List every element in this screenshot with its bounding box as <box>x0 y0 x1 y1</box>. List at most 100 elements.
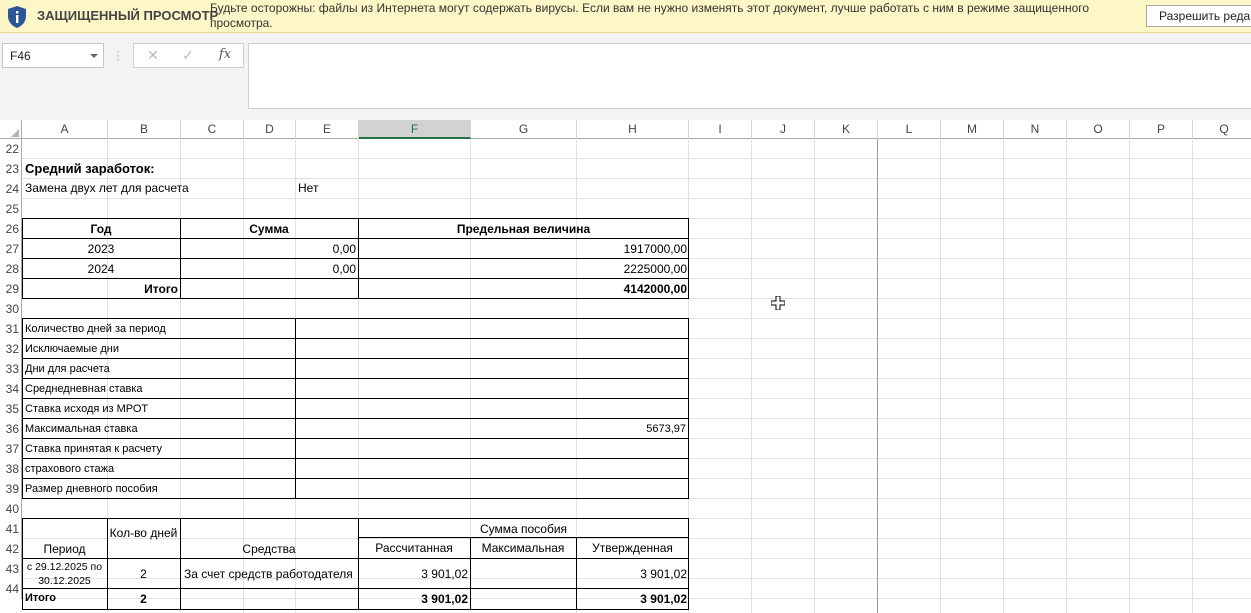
earnings-total-label[interactable]: Итого <box>22 282 178 296</box>
replace-two-years-label[interactable]: Замена двух лет для расчета <box>25 181 189 195</box>
column-header-g[interactable]: G <box>471 120 577 139</box>
benefit-days-header[interactable]: Кол-во дней <box>107 526 180 541</box>
row-header-40[interactable]: 40 <box>0 499 22 519</box>
row-header-28[interactable]: 28 <box>0 259 22 279</box>
benefit-table-divider <box>180 518 181 610</box>
sum-cell[interactable]: 0,00 <box>180 242 356 256</box>
insert-function-icon[interactable]: fx <box>213 47 237 65</box>
benefit-funds-header[interactable]: Средства <box>180 542 358 556</box>
benefit-approved-cell[interactable]: 3 901,02 <box>576 567 687 581</box>
row-header-39[interactable]: 39 <box>0 479 22 499</box>
enable-editing-button[interactable]: Разрешить редактирование <box>1146 5 1251 27</box>
column-header-h[interactable]: H <box>577 120 689 139</box>
limit-cell[interactable]: 1917000,00 <box>358 242 687 256</box>
column-header-b[interactable]: B <box>108 120 181 139</box>
column-header-f[interactable]: F <box>359 120 471 139</box>
row-header-31[interactable]: 31 <box>0 319 22 339</box>
column-header-j[interactable]: J <box>752 120 815 139</box>
row-header-34[interactable]: 34 <box>0 379 22 399</box>
row-header-43[interactable]: 43 <box>0 559 22 579</box>
row-header-22[interactable]: 22 <box>0 139 22 159</box>
protected-view-title: ЗАЩИЩЕННЫЙ ПРОСМОТР <box>37 8 219 23</box>
column-header-k[interactable]: K <box>815 120 878 139</box>
page-break-line <box>877 139 878 613</box>
param-label[interactable]: страхового стажа <box>25 463 114 475</box>
earnings-total-limit[interactable]: 4142000,00 <box>358 282 687 296</box>
param-label[interactable]: Ставка принятая к расчету <box>25 443 162 455</box>
param-label[interactable]: Ставка исходя из МРОТ <box>25 403 148 415</box>
chevron-down-icon[interactable] <box>90 54 98 58</box>
column-header-e[interactable]: E <box>296 120 359 139</box>
gridline-col <box>1192 139 1193 613</box>
formula-bar-grip-icon[interactable]: · · · <box>116 45 120 65</box>
row-header-27[interactable]: 27 <box>0 239 22 259</box>
cancel-icon[interactable]: ✕ <box>141 47 165 65</box>
column-header-i[interactable]: I <box>689 120 752 139</box>
year-cell[interactable]: 2024 <box>22 262 180 276</box>
sum-cell[interactable]: 0,00 <box>180 262 356 276</box>
row-header-42[interactable]: 42 <box>0 539 22 559</box>
benefit-calculated-header[interactable]: Рассчитанная <box>358 541 470 555</box>
row-header-29[interactable]: 29 <box>0 279 22 299</box>
column-header-d[interactable]: D <box>244 120 296 139</box>
benefit-maximum-header[interactable]: Максимальная <box>470 541 576 555</box>
row-header-37[interactable]: 37 <box>0 439 22 459</box>
benefit-approved-header[interactable]: Утвержденная <box>576 541 689 555</box>
name-box[interactable]: F46 <box>2 43 104 68</box>
params-table-divider <box>22 418 689 419</box>
year-cell[interactable]: 2023 <box>22 242 180 256</box>
benefit-total-days[interactable]: 2 <box>107 592 180 606</box>
param-value[interactable]: 5673,97 <box>296 423 686 435</box>
header-sum[interactable]: Сумма <box>180 222 358 236</box>
row-header-23[interactable]: 23 <box>0 159 22 179</box>
enter-icon[interactable]: ✓ <box>176 47 200 65</box>
column-header-l[interactable]: L <box>878 120 941 139</box>
name-box-value: F46 <box>10 49 31 63</box>
select-all-corner[interactable] <box>0 120 22 139</box>
benefit-period-header[interactable]: Период <box>22 542 107 556</box>
column-header-o[interactable]: O <box>1067 120 1130 139</box>
param-label[interactable]: Количество дней за период <box>25 323 166 335</box>
benefit-period-cell[interactable]: с 29.12.2025 по 30.12.2025 <box>22 560 107 588</box>
formula-input[interactable] <box>248 43 1251 109</box>
row-header-25[interactable]: 25 <box>0 199 22 219</box>
header-limit[interactable]: Предельная величина <box>358 222 689 236</box>
column-header-p[interactable]: P <box>1130 120 1193 139</box>
benefit-total-label[interactable]: Итого <box>25 592 56 604</box>
row-header-24[interactable]: 24 <box>0 179 22 199</box>
row-header-30[interactable]: 30 <box>0 299 22 319</box>
column-header-q[interactable]: Q <box>1193 120 1251 139</box>
protected-view-message: Будьте осторожны: файлы из Интернета мог… <box>210 1 1090 30</box>
benefit-funds-cell[interactable]: За счет средств работодателя <box>184 567 353 581</box>
row-header-26[interactable]: 26 <box>0 219 22 239</box>
row-header-38[interactable]: 38 <box>0 459 22 479</box>
benefit-days-cell[interactable]: 2 <box>107 567 180 581</box>
param-label[interactable]: Максимальная ставка <box>25 423 138 435</box>
row-header-36[interactable]: 36 <box>0 419 22 439</box>
param-label[interactable]: Размер дневного пособия <box>25 483 158 495</box>
param-label[interactable]: Исключаемые дни <box>25 343 119 355</box>
header-year[interactable]: Год <box>22 222 180 236</box>
benefit-sum-group-header[interactable]: Сумма пособия <box>358 522 689 536</box>
column-header-m[interactable]: M <box>941 120 1004 139</box>
worksheet-grid[interactable]: ABCDEFGHIJKLMNOPQ 22 23 24 25 26 27 28 29 30 31 32… <box>0 120 1251 613</box>
benefit-total-calculated[interactable]: 3 901,02 <box>358 592 468 606</box>
column-header-c[interactable]: C <box>181 120 244 139</box>
benefit-calculated-cell[interactable]: 3 901,02 <box>358 567 468 581</box>
replace-two-years-value[interactable]: Нет <box>298 181 318 195</box>
benefit-total-approved[interactable]: 3 901,02 <box>576 592 687 606</box>
column-header-a[interactable]: A <box>22 120 108 139</box>
param-label[interactable]: Дни для расчета <box>25 363 110 375</box>
avg-earnings-title[interactable]: Средний заработок: <box>25 161 155 176</box>
row-header-32[interactable]: 32 <box>0 339 22 359</box>
row-header-44[interactable]: 44 <box>0 579 22 599</box>
column-header-n[interactable]: N <box>1004 120 1067 139</box>
param-label[interactable]: Среднедневная ставка <box>25 383 143 395</box>
row-header-33[interactable]: 33 <box>0 359 22 379</box>
gridline-col <box>814 139 815 613</box>
protected-view-bar: ЗАЩИЩЕННЫЙ ПРОСМОТР Будьте осторожны: фа… <box>0 0 1251 33</box>
limit-cell[interactable]: 2225000,00 <box>358 262 687 276</box>
params-table-divider <box>22 458 689 459</box>
row-header-41[interactable]: 41 <box>0 519 22 539</box>
row-header-35[interactable]: 35 <box>0 399 22 419</box>
